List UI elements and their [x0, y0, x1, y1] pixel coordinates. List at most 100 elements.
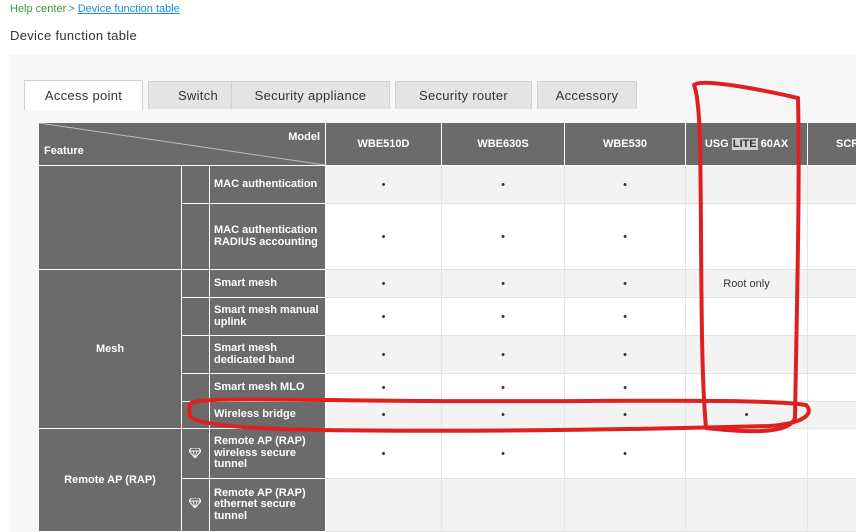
- group-cell-mesh: Mesh: [39, 270, 181, 429]
- table-cell: •: [381, 178, 386, 191]
- table-cell: •: [441, 298, 564, 335]
- table-corner-header: Model Feature: [39, 123, 325, 165]
- table-cell: [685, 429, 807, 478]
- model-header-usg-part: USG: [704, 138, 732, 150]
- table-cell: •: [381, 447, 386, 460]
- feature-smart-mesh-mlo: Smart mesh MLO: [210, 374, 325, 402]
- table-cell: [685, 204, 807, 269]
- table-cell: •: [441, 374, 564, 401]
- table-cell: [807, 336, 856, 373]
- icon-cell: [182, 336, 209, 374]
- feature-smart-mesh-manual-uplink: Smart mesh manual uplink: [210, 298, 325, 336]
- diamond-icon: [189, 448, 201, 458]
- tab-access-point[interactable]: Access point: [24, 80, 143, 110]
- device-function-table: Model Feature WBE510D WBE630S WBE530 USG…: [39, 123, 856, 532]
- table-row: [326, 479, 856, 532]
- table-cell: •: [381, 381, 386, 394]
- table-cell: •: [685, 402, 807, 428]
- table-cell: •: [564, 336, 685, 373]
- table-row: • • •: [326, 374, 856, 402]
- table-row: • • •: [326, 298, 856, 336]
- table-cell: [441, 479, 564, 531]
- table-cell: [564, 479, 685, 531]
- icon-cell: [182, 374, 209, 402]
- model-header-usg-lite-60ax: USG LITE 60AX: [685, 123, 807, 165]
- table-cell: •: [564, 374, 685, 401]
- table-cell: [685, 336, 807, 373]
- model-column-label: Model: [288, 131, 320, 143]
- icon-cell: [182, 204, 209, 270]
- table-cell: •: [441, 336, 564, 373]
- highlighted-text: LITE: [731, 138, 758, 150]
- group-cell-unnamed: [39, 166, 181, 270]
- table-cell: •: [441, 270, 564, 297]
- table-cell: •: [381, 310, 386, 323]
- breadcrumb: Help center > Device function table: [10, 3, 180, 15]
- table-cell: •: [564, 402, 685, 428]
- table-cell: •: [564, 166, 685, 203]
- breadcrumb-home[interactable]: Help center: [10, 3, 66, 15]
- table-cell: Root only: [685, 270, 807, 297]
- icon-cell: [182, 402, 209, 429]
- table-cell: •: [441, 204, 564, 269]
- table-cell: •: [564, 429, 685, 478]
- table-cell: [326, 479, 441, 531]
- model-header-wbe510d: WBE510D: [326, 123, 441, 165]
- feature-rap-ethernet-secure-tunnel: Remote AP (RAP) ethernet secure tunnel: [210, 479, 325, 532]
- table-row: • • •: [326, 429, 856, 479]
- table-cell: •: [381, 230, 386, 243]
- model-header-wbe630s: WBE630S: [441, 123, 564, 165]
- table-cell: [807, 429, 856, 478]
- breadcrumb-current-link[interactable]: Device function table: [78, 3, 180, 15]
- table-cell: [807, 270, 856, 297]
- table-cell: [807, 374, 856, 401]
- icon-cell: [182, 166, 209, 204]
- feature-wireless-bridge: Wireless bridge: [210, 402, 325, 429]
- table-cell: [807, 479, 856, 531]
- diamond-icon: [189, 498, 201, 508]
- table-row: • • •: [326, 336, 856, 374]
- table-cell: [807, 402, 856, 428]
- table-cell: [807, 298, 856, 335]
- table-cell: [685, 479, 807, 531]
- table-row: • • • Root only: [326, 270, 856, 298]
- table-cell: •: [381, 277, 386, 290]
- page-title: Device function table: [10, 28, 137, 43]
- tab-security-appliance[interactable]: Security appliance: [231, 81, 390, 109]
- group-cell-remote-ap: Remote AP (RAP): [39, 429, 181, 532]
- icon-cell: [182, 270, 209, 298]
- table-cell: •: [564, 298, 685, 335]
- table-row: • • •: [326, 166, 856, 204]
- table-cell: [685, 166, 807, 203]
- table-cell: •: [441, 429, 564, 478]
- icon-cell: [182, 479, 209, 532]
- table-cell: •: [441, 402, 564, 428]
- corner-diagonal-line: [39, 123, 325, 165]
- feature-mac-authentication: MAC authentication: [210, 166, 325, 204]
- table-cell: •: [564, 270, 685, 297]
- table-cell: •: [381, 348, 386, 361]
- model-header-scr: SCR: [807, 123, 856, 165]
- tab-accessory[interactable]: Accessory: [537, 81, 637, 109]
- icon-cell: [182, 298, 209, 336]
- table-cell: •: [564, 204, 685, 269]
- table-row: • • • •: [326, 402, 856, 429]
- feature-column-label: Feature: [44, 145, 84, 157]
- table-cell: •: [441, 166, 564, 203]
- model-header-60ax-part: 60AX: [757, 138, 789, 150]
- feature-mac-auth-radius-accounting: MAC authentication RADIUS accounting: [210, 204, 325, 270]
- table-cell: [685, 298, 807, 335]
- feature-smart-mesh-dedicated-band: Smart mesh dedicated band: [210, 336, 325, 374]
- table-cell: [685, 374, 807, 401]
- icon-cell: [182, 429, 209, 479]
- breadcrumb-separator: >: [68, 3, 75, 15]
- table-cell: •: [381, 409, 386, 421]
- table-cell: [807, 166, 856, 203]
- feature-smart-mesh: Smart mesh: [210, 270, 325, 298]
- feature-rap-wireless-secure-tunnel: Remote AP (RAP) wireless secure tunnel: [210, 429, 325, 479]
- model-header-usg-lite-60ax-text: USG LITE 60AX: [705, 138, 788, 150]
- table-row: • • •: [326, 204, 856, 270]
- table-cell: [807, 204, 856, 269]
- model-header-wbe530: WBE530: [564, 123, 685, 165]
- tab-security-router[interactable]: Security router: [395, 81, 532, 109]
